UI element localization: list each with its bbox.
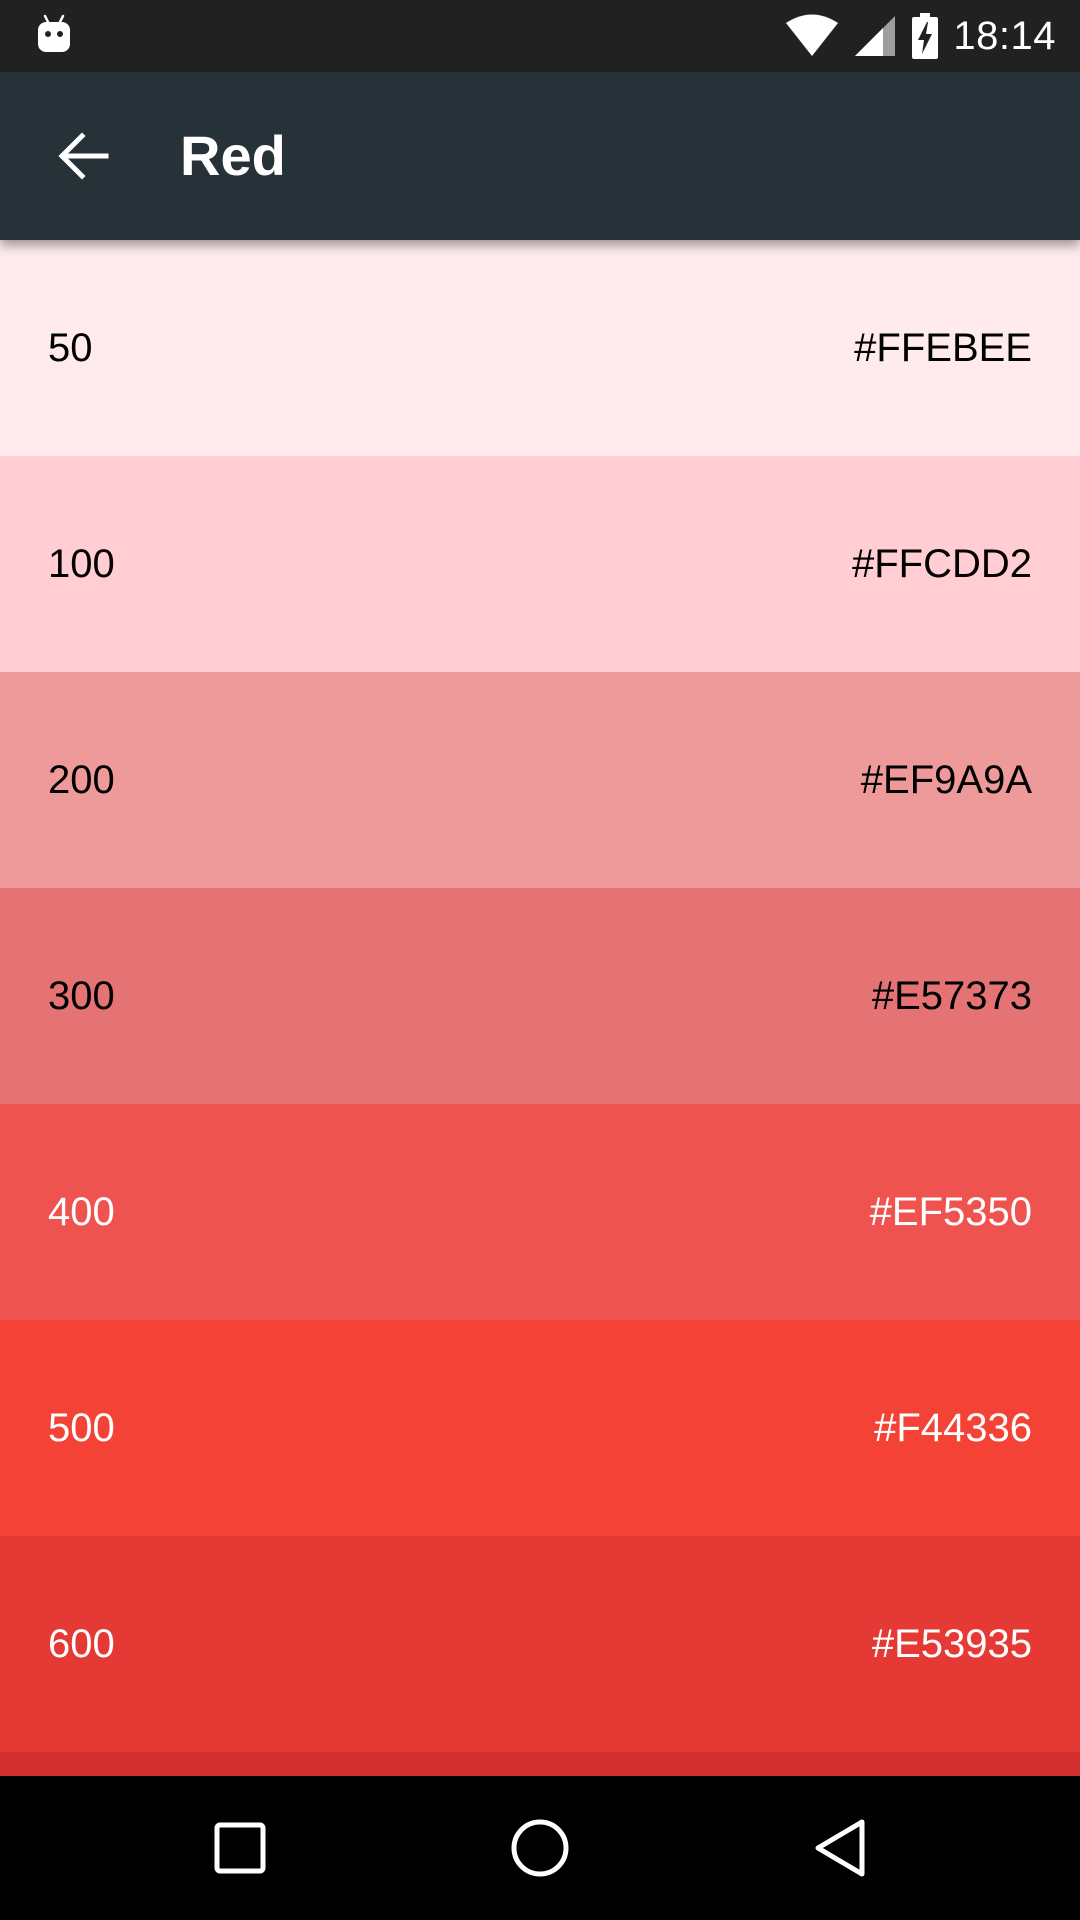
app-bar: Red [0,72,1080,240]
home-circle-icon [511,1819,569,1877]
page-title: Red [180,124,286,187]
navigation-bar [0,1776,1080,1920]
hex-value: #F44336 [874,1405,1032,1450]
android-notification-icon [38,14,70,52]
screen: 18:14 Red 50 #FFEBEE 100 #FFCDD2 200 #EF9A9A 3… [0,0,1080,1920]
shade-label: 600 [48,1621,115,1666]
shade-label: 300 [48,973,115,1018]
signal-icon [855,16,896,56]
wifi-icon [786,14,839,56]
color-row-400[interactable]: 400 #EF5350 [0,1104,1080,1320]
battery-charging-icon [912,13,939,59]
color-row-100[interactable]: 100 #FFCDD2 [0,456,1080,672]
hex-value: #FFCDD2 [851,541,1032,586]
color-row-500[interactable]: 500 #F44336 [0,1320,1080,1536]
recents-button[interactable] [204,1812,276,1884]
nav-back-button[interactable] [804,1812,876,1884]
status-bar: 18:14 [0,0,1080,72]
color-row-200[interactable]: 200 #EF9A9A [0,672,1080,888]
hex-value: #EF5350 [869,1189,1032,1234]
status-clock: 18:14 [953,13,1056,58]
hex-value: #EF9A9A [860,757,1032,802]
color-row-50[interactable]: 50 #FFEBEE [0,240,1080,456]
color-shade-list: 50 #FFEBEE 100 #FFCDD2 200 #EF9A9A 300 #E57373 4… [0,240,1080,1776]
shade-label: 500 [48,1405,115,1450]
recents-square-icon [214,1822,266,1874]
shade-label: 200 [48,757,115,802]
color-row-600[interactable]: 600 #E53935 [0,1536,1080,1752]
color-row-partial[interactable] [0,1752,1080,1776]
shade-label: 50 [48,325,93,370]
home-button[interactable] [504,1812,576,1884]
color-row-300[interactable]: 300 #E57373 [0,888,1080,1104]
hex-value: #FFEBEE [854,325,1032,370]
hex-value: #E57373 [871,973,1032,1018]
shade-label: 100 [48,541,115,586]
hex-value: #E53935 [871,1621,1032,1666]
shade-label: 400 [48,1189,115,1234]
back-button[interactable] [48,120,120,192]
arrow-back-icon [58,132,109,180]
back-triangle-icon [815,1819,865,1877]
status-icons: 18:14 [785,0,1056,72]
